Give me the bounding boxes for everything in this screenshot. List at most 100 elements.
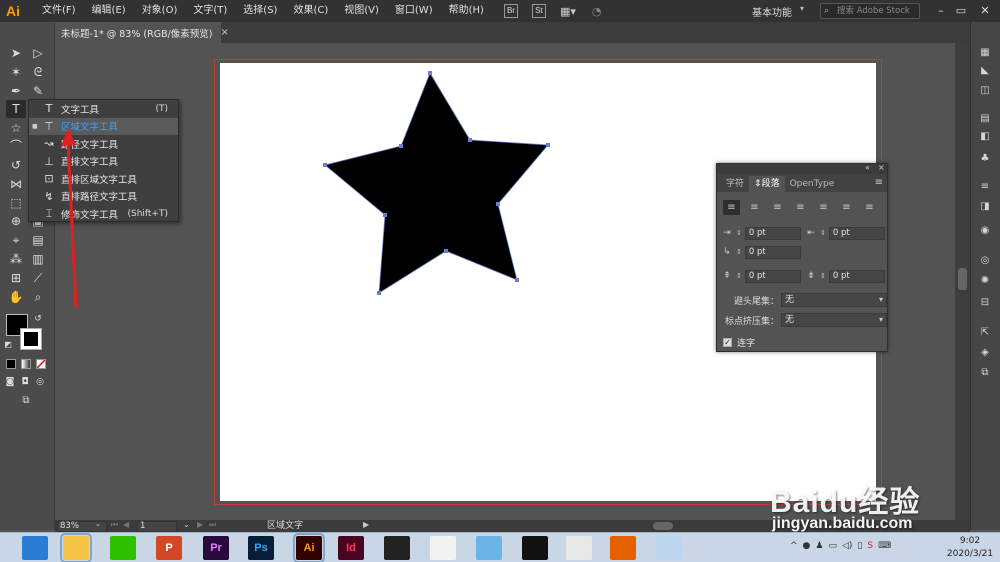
horizontal-scroll-thumb[interactable] <box>653 522 673 530</box>
close-window-button[interactable]: ✕ <box>976 2 994 20</box>
menu-effect[interactable]: 效果(C) <box>285 0 336 22</box>
lasso-tool-icon[interactable]: ᘓ <box>28 63 48 81</box>
bird-app-icon[interactable] <box>476 536 502 560</box>
magic-wand-tool-icon[interactable]: ✶ <box>6 63 26 81</box>
wechat-icon[interactable] <box>110 536 136 560</box>
color-guide-panel-icon[interactable]: ◣ <box>977 64 993 78</box>
gpu-performance-icon[interactable]: ◔ <box>592 5 602 18</box>
indesign-icon[interactable]: Id <box>338 536 364 560</box>
transparency-panel-icon[interactable]: ◨ <box>977 200 993 214</box>
space-after-field[interactable]: ⇟ ⇕ 0 pt <box>805 269 885 283</box>
qq-tray-icon[interactable]: ● <box>803 541 811 551</box>
left-indent-field[interactable]: ⇥ ⇕ 0 pt <box>721 226 801 240</box>
photoshop-icon[interactable]: Ps <box>248 536 274 560</box>
flyout-item-vertical-area-type-tool[interactable]: ⊡ 直排区域文字工具 <box>29 170 178 188</box>
flyout-item-type-tool[interactable]: T 文字工具 (T) <box>29 100 178 118</box>
powerpoint-icon[interactable]: P <box>156 536 182 560</box>
justify-last-center-icon[interactable]: ≡ <box>815 200 832 215</box>
illustrator-icon[interactable]: Ai <box>293 533 325 562</box>
column-graph-tool-icon[interactable]: ▥ <box>28 250 48 268</box>
stepper-icon[interactable]: ⇕ <box>820 272 826 280</box>
workspace-switcher[interactable]: 基本功能 <box>752 4 792 19</box>
screen-mode-icon[interactable]: ⧉ <box>16 392 36 410</box>
menu-file[interactable]: 文件(F) <box>34 0 84 22</box>
width-tool-icon[interactable]: ⋈ <box>6 175 26 193</box>
free-transform-tool-icon[interactable]: ⬚ <box>6 194 26 212</box>
slice-tool-icon[interactable]: ⟋ <box>28 269 48 287</box>
user-tray-icon[interactable]: ♟ <box>815 541 823 551</box>
panel-header[interactable]: « × <box>717 163 887 174</box>
justify-last-left-icon[interactable]: ≡ <box>792 200 809 215</box>
status-menu-icon[interactable]: ▶ <box>363 520 369 529</box>
chevron-down-icon[interactable]: ⌄ <box>95 520 101 528</box>
artboards-panel-icon[interactable]: ⧉ <box>977 366 993 380</box>
stepper-icon[interactable]: ⇕ <box>736 229 742 237</box>
premiere-icon[interactable]: Pr <box>203 536 229 560</box>
close-panel-icon[interactable]: × <box>878 163 885 172</box>
swap-colors-icon[interactable]: ↺ <box>32 310 44 328</box>
selection-tool-icon[interactable]: ➤ <box>6 44 26 62</box>
right-indent-value[interactable]: 0 pt <box>828 226 885 240</box>
hand-tool-icon[interactable]: ✋ <box>6 288 26 306</box>
align-panel-icon[interactable]: ⊟ <box>977 296 993 310</box>
battery-tray-icon[interactable]: ▯ <box>857 541 862 551</box>
menu-help[interactable]: 帮助(H) <box>441 0 492 22</box>
brushes-panel-icon[interactable]: ▤ <box>977 112 993 126</box>
mojikumi-select[interactable]: 无 ▾ <box>781 313 887 327</box>
panel-menu-icon[interactable]: ≡ <box>875 177 883 188</box>
stock-search-input[interactable]: ⌕ 搜索 Adobe Stock <box>820 3 920 19</box>
space-after-value[interactable]: 0 pt <box>828 269 885 283</box>
chart-app-icon[interactable] <box>430 536 456 560</box>
maximize-button[interactable]: ▭ <box>952 2 970 20</box>
stepper-icon[interactable]: ⇕ <box>736 272 742 280</box>
document-tab[interactable]: 未标题-1* @ 83% (RGB/像素预览) × <box>55 22 229 43</box>
tab-character[interactable]: 字符 <box>721 176 749 192</box>
space-before-field[interactable]: ⇞ ⇕ 0 pt <box>721 269 801 283</box>
symbol-sprayer-tool-icon[interactable]: ⁂ <box>6 250 26 268</box>
star-tool-icon[interactable]: ☆ <box>6 119 26 137</box>
rotate-tool-icon[interactable]: ↺ <box>6 156 26 174</box>
curvature-tool-icon[interactable]: ✎ <box>28 82 48 100</box>
justify-all-icon[interactable]: ≡ <box>861 200 878 215</box>
symbols-panel-icon[interactable]: ♣ <box>977 152 993 166</box>
blend-tool-icon[interactable]: ▤ <box>28 231 48 249</box>
menu-view[interactable]: 视图(V) <box>336 0 387 22</box>
menu-object[interactable]: 对象(O) <box>134 0 186 22</box>
minimize-button[interactable]: – <box>932 2 950 20</box>
video-player-icon[interactable] <box>384 536 410 560</box>
menu-type[interactable]: 文字(T) <box>185 0 235 22</box>
pen-tool-icon[interactable]: ✒ <box>6 82 26 100</box>
bridge-button[interactable]: Br <box>503 4 518 18</box>
shape-builder-tool-icon[interactable]: ⊕ <box>6 212 26 230</box>
keyboard-tray-icon[interactable]: ⌨ <box>878 541 891 551</box>
menu-select[interactable]: 选择(S) <box>235 0 285 22</box>
artboard-tool-icon[interactable]: ⊞ <box>6 269 26 287</box>
eyedropper-tool-icon[interactable]: ⌖ <box>6 231 26 249</box>
file-explorer-icon[interactable] <box>60 533 92 562</box>
volume-tray-icon[interactable]: ◁) <box>842 541 852 551</box>
stroke-panel-icon[interactable]: ≡ <box>977 180 993 194</box>
draw-normal-icon[interactable]: ◙ <box>4 373 16 391</box>
first-line-indent-value[interactable]: 0 pt <box>744 245 801 259</box>
right-indent-field[interactable]: ⇤ ⇕ 0 pt <box>805 226 885 240</box>
align-center-icon[interactable]: ≡ <box>746 200 763 215</box>
last-artboard-icon[interactable]: ⏭ <box>209 520 216 530</box>
firefox-icon[interactable] <box>610 536 636 560</box>
draw-behind-icon[interactable]: ◘ <box>19 373 31 391</box>
flyout-item-vertical-type-tool[interactable]: ⊥ 直排文字工具 <box>29 153 178 171</box>
justify-last-right-icon[interactable]: ≡ <box>838 200 855 215</box>
ime-tray-icon[interactable]: S <box>867 541 873 551</box>
left-indent-value[interactable]: 0 pt <box>744 226 801 240</box>
kinsoku-select[interactable]: 无 ▾ <box>781 293 887 307</box>
align-right-icon[interactable]: ≡ <box>769 200 786 215</box>
appearance-panel-icon[interactable]: ◉ <box>977 224 993 238</box>
chrome-icon[interactable] <box>566 536 592 560</box>
menu-edit[interactable]: 编辑(E) <box>84 0 134 22</box>
gradient-mode-icon[interactable] <box>21 359 31 369</box>
previous-artboard-icon[interactable]: ◀ <box>123 520 129 529</box>
color-panel-icon[interactable]: ▦ <box>977 46 993 60</box>
space-before-value[interactable]: 0 pt <box>744 269 801 283</box>
flyout-item-vertical-type-on-path-tool[interactable]: ↯ 直排路径文字工具 <box>29 188 178 206</box>
paintbrush-tool-icon[interactable]: ⌒ <box>6 137 26 155</box>
vertical-scroll-thumb[interactable] <box>958 268 967 290</box>
